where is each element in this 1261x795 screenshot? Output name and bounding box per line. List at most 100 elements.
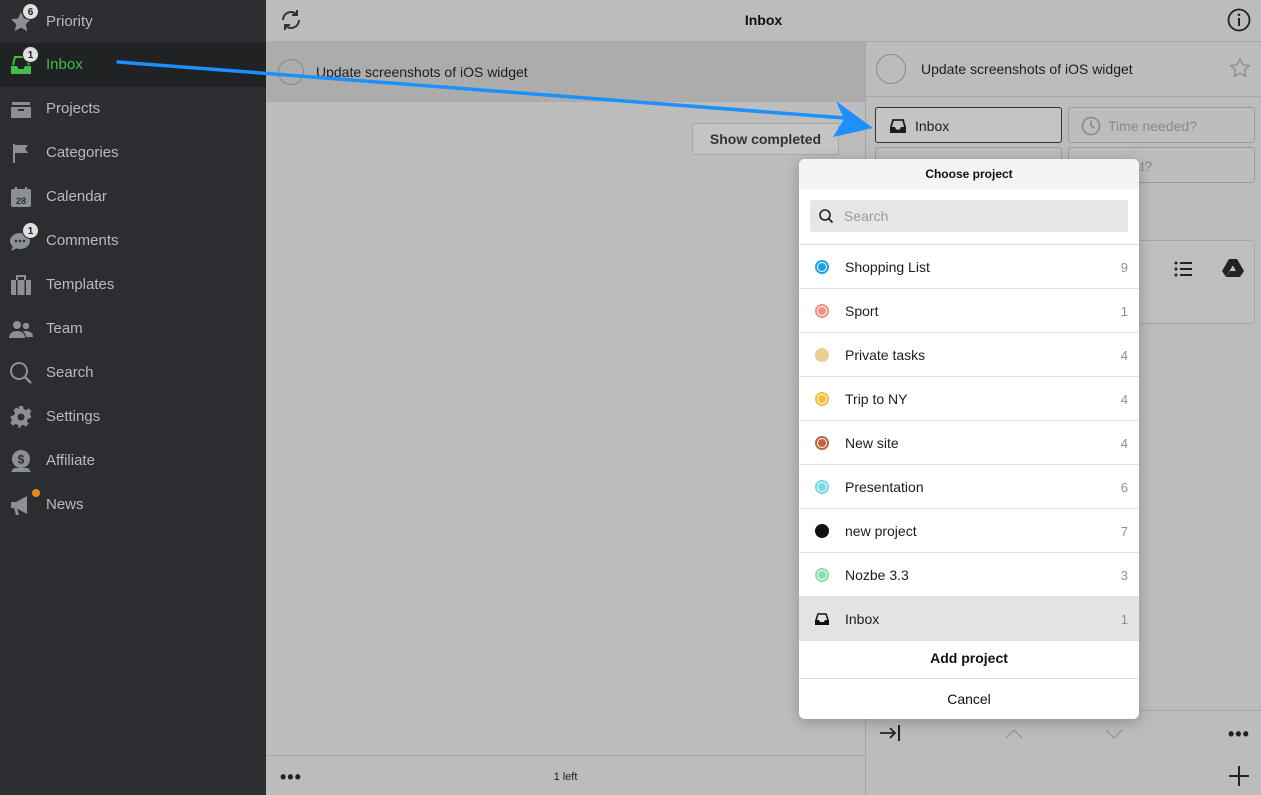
dollar-icon: $ bbox=[9, 449, 33, 473]
more-menu-icon[interactable]: ••• bbox=[1228, 724, 1250, 745]
project-count: 4 bbox=[1120, 436, 1128, 451]
project-name: new project bbox=[845, 523, 917, 539]
project-color-dot bbox=[815, 260, 829, 274]
project-count: 4 bbox=[1120, 392, 1128, 407]
sidebar-item-label: Templates bbox=[46, 276, 115, 293]
google-drive-icon[interactable] bbox=[1222, 258, 1244, 283]
task-detail-title[interactable]: Update screenshots of iOS widget bbox=[921, 61, 1133, 77]
sidebar-item-search[interactable]: Search bbox=[0, 351, 266, 395]
sidebar-item-label: Settings bbox=[46, 408, 101, 425]
project-item-shopping-list[interactable]: Shopping List 9 bbox=[799, 245, 1139, 289]
project-item-private-tasks[interactable]: Private tasks 4 bbox=[799, 333, 1139, 377]
sidebar-item-label: Projects bbox=[46, 100, 101, 117]
project-count: 4 bbox=[1120, 348, 1128, 363]
project-item-inbox[interactable]: Inbox 1 bbox=[799, 597, 1139, 641]
inbox-badge: 1 bbox=[22, 46, 39, 63]
task-complete-checkbox[interactable] bbox=[876, 54, 906, 84]
chevron-up-icon[interactable] bbox=[1005, 726, 1023, 744]
gear-icon bbox=[9, 405, 33, 429]
sidebar-item-label: Priority bbox=[46, 13, 93, 30]
sidebar-item-calendar[interactable]: 28 Calendar bbox=[0, 175, 266, 219]
top-bar: Inbox bbox=[266, 0, 1261, 42]
project-color-dot bbox=[815, 524, 829, 538]
project-item-new-site[interactable]: New site 4 bbox=[799, 421, 1139, 465]
info-icon[interactable] bbox=[1227, 8, 1251, 32]
chevron-down-icon[interactable] bbox=[1105, 726, 1123, 744]
calendar-icon: 28 bbox=[9, 185, 33, 209]
sidebar-item-label: Search bbox=[46, 364, 94, 381]
inbox-icon bbox=[814, 611, 830, 627]
cancel-button[interactable]: Cancel bbox=[799, 679, 1139, 719]
project-item-nozbe-3-3[interactable]: Nozbe 3.3 3 bbox=[799, 553, 1139, 597]
sidebar-item-priority[interactable]: 6 Priority bbox=[0, 0, 266, 44]
sidebar-item-inbox[interactable]: 1 Inbox bbox=[0, 43, 266, 87]
tasks-left-count: 1 left bbox=[553, 771, 578, 783]
sidebar: 6 Priority 1 Inbox Projects Categories 2… bbox=[0, 0, 266, 795]
team-icon bbox=[9, 317, 33, 341]
project-search-box[interactable] bbox=[810, 200, 1128, 232]
flag-icon bbox=[9, 141, 33, 165]
project-item-presentation[interactable]: Presentation 6 bbox=[799, 465, 1139, 509]
project-field-button[interactable]: Inbox bbox=[875, 107, 1062, 143]
sidebar-item-projects[interactable]: Projects bbox=[0, 87, 266, 131]
sidebar-item-label: News bbox=[46, 496, 84, 513]
sidebar-item-templates[interactable]: Templates bbox=[0, 263, 266, 307]
project-name: Presentation bbox=[845, 479, 924, 495]
sidebar-item-news[interactable]: News bbox=[0, 483, 266, 527]
search-icon bbox=[9, 361, 33, 385]
project-count: 3 bbox=[1120, 568, 1128, 583]
project-item-new-project[interactable]: new project 7 bbox=[799, 509, 1139, 553]
project-count: 1 bbox=[1120, 612, 1128, 627]
calendar-icon-day: 28 bbox=[16, 196, 26, 206]
project-color-dot bbox=[815, 568, 829, 582]
project-color-dot bbox=[815, 348, 829, 362]
comments-badge: 1 bbox=[22, 222, 39, 239]
show-completed-button[interactable]: Show completed bbox=[692, 123, 839, 155]
project-field-label: Inbox bbox=[915, 118, 950, 134]
templates-icon bbox=[9, 273, 33, 297]
projects-icon bbox=[9, 97, 33, 121]
sidebar-item-label: Team bbox=[46, 320, 83, 337]
project-item-trip-to-ny[interactable]: Trip to NY 4 bbox=[799, 377, 1139, 421]
star-icon[interactable] bbox=[1229, 57, 1251, 79]
sidebar-item-label: Affiliate bbox=[46, 452, 95, 469]
project-name: Sport bbox=[845, 303, 879, 319]
sidebar-item-categories[interactable]: Categories bbox=[0, 131, 266, 175]
task-list-pane bbox=[266, 0, 865, 795]
project-name: Shopping List bbox=[845, 259, 930, 275]
add-project-button[interactable]: Add project bbox=[799, 638, 1139, 679]
megaphone-icon bbox=[9, 493, 33, 517]
news-unread-dot bbox=[32, 489, 40, 497]
sidebar-item-affiliate[interactable]: $ Affiliate bbox=[0, 439, 266, 483]
task-row[interactable]: Update screenshots of iOS widget bbox=[266, 42, 865, 102]
detail-footer: ••• bbox=[865, 710, 1261, 795]
svg-text:$: $ bbox=[18, 453, 25, 467]
search-icon bbox=[818, 208, 834, 224]
project-name: New site bbox=[845, 435, 899, 451]
sidebar-item-label: Inbox bbox=[46, 56, 83, 73]
project-count: 6 bbox=[1120, 480, 1128, 495]
list-icon[interactable] bbox=[1173, 259, 1193, 284]
add-task-icon[interactable] bbox=[1228, 765, 1250, 787]
task-complete-checkbox[interactable] bbox=[278, 59, 304, 85]
indent-arrow-icon[interactable] bbox=[879, 724, 901, 747]
project-search-input[interactable] bbox=[844, 200, 1124, 232]
choose-project-dialog: Choose project Shopping List 9 Sport 1 P… bbox=[799, 159, 1139, 719]
sidebar-item-label: Calendar bbox=[46, 188, 107, 205]
sidebar-item-settings[interactable]: Settings bbox=[0, 395, 266, 439]
sidebar-item-label: Categories bbox=[46, 144, 119, 161]
priority-badge: 6 bbox=[22, 3, 39, 20]
project-name: Nozbe 3.3 bbox=[845, 567, 909, 583]
project-color-dot bbox=[815, 392, 829, 406]
project-count: 9 bbox=[1120, 260, 1128, 275]
project-color-dot bbox=[815, 304, 829, 318]
clock-icon bbox=[1081, 116, 1101, 136]
sidebar-item-team[interactable]: Team bbox=[0, 307, 266, 351]
project-item-sport[interactable]: Sport 1 bbox=[799, 289, 1139, 333]
project-name: Trip to NY bbox=[845, 391, 908, 407]
time-needed-button[interactable]: Time needed? bbox=[1068, 107, 1255, 143]
project-color-dot bbox=[815, 436, 829, 450]
sidebar-item-comments[interactable]: 1 Comments bbox=[0, 219, 266, 263]
dialog-title: Choose project bbox=[799, 159, 1139, 189]
project-color-dot bbox=[815, 480, 829, 494]
